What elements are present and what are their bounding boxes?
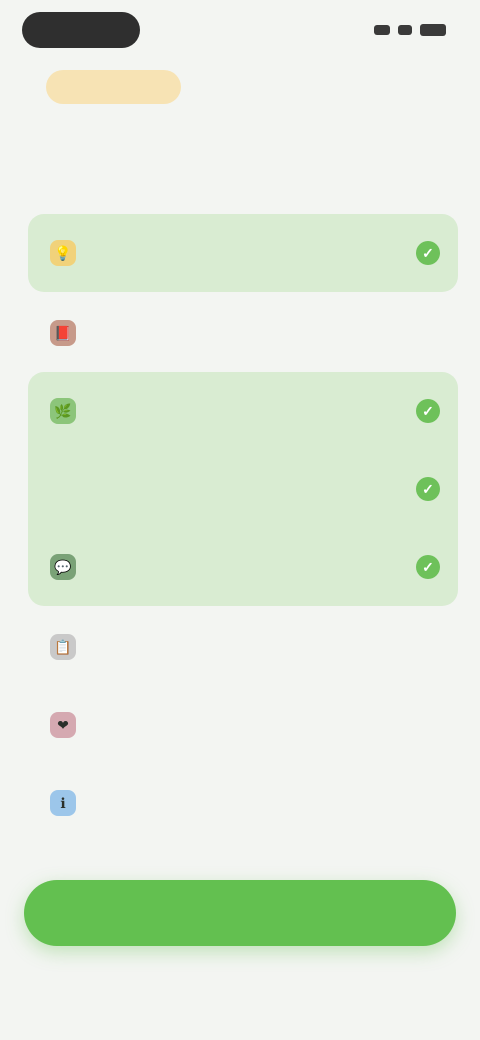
continue-button[interactable]	[24, 880, 456, 946]
book-icon: 📕	[50, 320, 76, 346]
chat-icon: 💬	[50, 554, 76, 580]
option-item[interactable]: 📕	[28, 294, 458, 372]
checkmark-icon: ✓	[416, 477, 440, 501]
clipboard-icon: 📋	[50, 634, 76, 660]
signal-icon	[374, 25, 390, 35]
checkmark-icon: ✓	[416, 555, 440, 579]
checkmark-icon: ✓	[416, 399, 440, 423]
checkmark-icon: ✓	[416, 241, 440, 265]
option-item[interactable]: 🌿 ✓	[28, 372, 458, 450]
option-item[interactable]: 💡 ✓	[28, 214, 458, 292]
wifi-icon	[398, 25, 412, 35]
heart-icon: ❤	[50, 712, 76, 738]
option-item[interactable]: ✓	[28, 450, 458, 528]
status-icons	[366, 22, 446, 38]
options-list: 💡 ✓ 📕 🌿 ✓ ✓ 💬 ✓ 📋 ❤ ℹ	[28, 214, 458, 842]
option-item[interactable]: ❤	[28, 686, 458, 764]
step-badge	[46, 70, 181, 104]
option-item[interactable]: 📋	[28, 608, 458, 686]
leaf-icon: 🌿	[50, 398, 76, 424]
battery-icon	[420, 24, 446, 36]
lightbulb-icon: 💡	[50, 240, 76, 266]
info-icon: ℹ	[50, 790, 76, 816]
option-item[interactable]: 💬 ✓	[28, 528, 458, 606]
status-bar	[0, 0, 480, 64]
status-time-pill	[22, 12, 140, 48]
option-item[interactable]: ℹ	[28, 764, 458, 842]
